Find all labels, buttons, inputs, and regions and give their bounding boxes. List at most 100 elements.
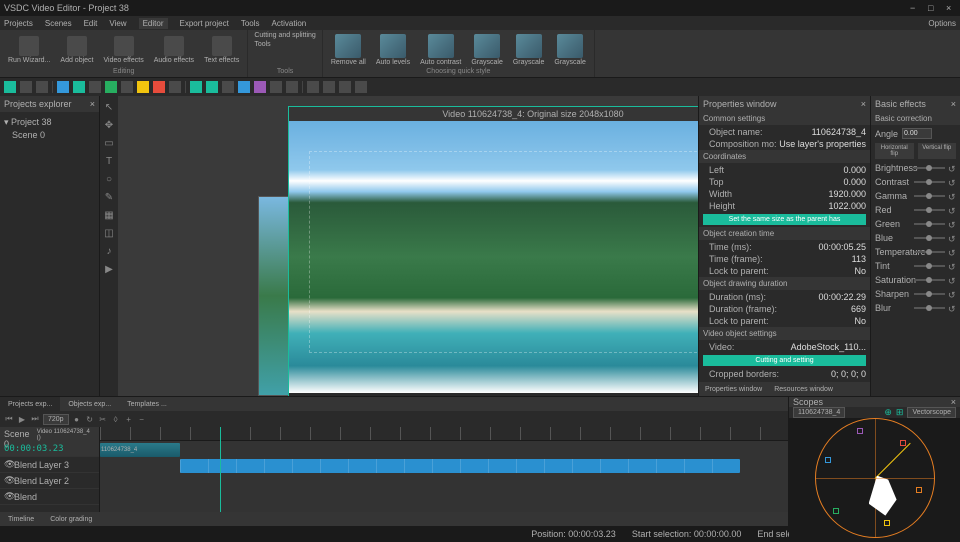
section-creation-time[interactable]: Object creation time [699, 227, 870, 241]
scope-object-dropdown[interactable]: 110624738_4 [793, 407, 845, 418]
track-name[interactable]: Layer 3 [39, 460, 69, 470]
gamma-slider[interactable] [914, 195, 945, 197]
loop-icon[interactable]: ↻ [85, 414, 95, 424]
tab-properties[interactable]: Properties window [699, 382, 768, 396]
project-tree-scene[interactable]: Scene 0 [4, 129, 95, 141]
tab-projects-exp[interactable]: Projects exp... [0, 397, 60, 411]
tool-icon[interactable] [339, 81, 351, 93]
prev-icon[interactable]: ⏮ [4, 414, 14, 424]
shape-icon[interactable]: ○ [102, 172, 116, 186]
timeline-ruler[interactable] [100, 427, 788, 441]
preview-image[interactable] [289, 121, 698, 393]
menu-view[interactable]: View [109, 19, 126, 28]
section-video-settings[interactable]: Video object settings [699, 327, 870, 341]
prop-value[interactable]: 00:00:05.25 [818, 242, 866, 252]
timeline-content[interactable]: 110624738_4 [100, 427, 788, 512]
tab-timeline[interactable]: Timeline [0, 512, 42, 526]
crop-icon[interactable]: ▭ [102, 136, 116, 150]
tools-button[interactable]: Tools [254, 41, 270, 48]
cursor-icon[interactable]: ↖ [102, 100, 116, 114]
visibility-icon[interactable]: 👁 [4, 459, 12, 470]
scope-type-dropdown[interactable]: Vectorscope [907, 407, 956, 418]
section-coords[interactable]: Coordinates [699, 150, 870, 164]
prop-value[interactable]: 1920.000 [828, 189, 866, 199]
tab-resources[interactable]: Resources window [768, 382, 839, 396]
tool-icon[interactable] [105, 81, 117, 93]
tool-icon[interactable] [254, 81, 266, 93]
prop-value[interactable]: 669 [851, 304, 866, 314]
playhead[interactable] [220, 427, 221, 512]
track-blend[interactable]: Blend [14, 460, 37, 470]
reset-icon[interactable]: ↺ [948, 192, 956, 200]
minimize-icon[interactable]: − [910, 3, 920, 13]
tool-icon[interactable] [73, 81, 85, 93]
next-icon[interactable]: ⏭ [30, 414, 40, 424]
marker-icon[interactable]: ◊ [111, 414, 121, 424]
prop-value[interactable]: No [854, 266, 866, 276]
green-slider[interactable] [914, 223, 945, 225]
scope-icon[interactable]: ⊕ [884, 407, 892, 418]
prop-value[interactable]: 113 [852, 254, 866, 264]
red-slider[interactable] [914, 209, 945, 211]
tool-icon[interactable] [307, 81, 319, 93]
same-size-button[interactable]: Set the same size as the parent has [703, 214, 866, 225]
tab-color-grading[interactable]: Color grading [42, 512, 100, 526]
preview-window[interactable]: Video 110624738_4: Original size 2048x10… [288, 106, 698, 396]
reset-icon[interactable]: ↺ [948, 248, 956, 256]
tool-icon[interactable] [153, 81, 165, 93]
prop-value[interactable]: Use layer's properties [779, 139, 866, 149]
close-icon[interactable]: × [90, 99, 95, 109]
menu-projects[interactable]: Projects [4, 19, 33, 28]
maximize-icon[interactable]: □ [928, 3, 938, 13]
close-icon[interactable]: × [951, 397, 956, 407]
move-icon[interactable]: ✥ [102, 118, 116, 132]
tool-icon[interactable] [206, 81, 218, 93]
close-icon[interactable]: × [951, 99, 956, 109]
hflip-button[interactable]: Horizontal flip [875, 143, 914, 159]
zoom-out-icon[interactable]: − [137, 414, 147, 424]
section-duration[interactable]: Object drawing duration [699, 277, 870, 291]
tool-icon[interactable] [20, 81, 32, 93]
reset-icon[interactable]: ↺ [948, 220, 956, 228]
remove-all-button[interactable]: Remove all [329, 32, 368, 68]
pen-icon[interactable]: ✎ [102, 190, 116, 204]
text-effects-button[interactable]: Text effects [202, 34, 241, 66]
contrast-slider[interactable] [914, 181, 945, 183]
prop-value[interactable]: 0; 0; 0; 0 [831, 369, 866, 379]
vflip-button[interactable]: Vertical flip [918, 143, 957, 159]
timeline-clip[interactable] [180, 459, 740, 473]
tool-icon[interactable] [190, 81, 202, 93]
track-blend[interactable]: Blend [14, 476, 37, 486]
tool-icon[interactable] [222, 81, 234, 93]
prop-value[interactable]: AdobeStock_110... [791, 342, 866, 352]
reset-icon[interactable]: ↺ [948, 304, 956, 312]
video-icon[interactable]: ▶ [102, 262, 116, 276]
tool-icon[interactable] [137, 81, 149, 93]
menu-edit[interactable]: Edit [84, 19, 98, 28]
tool-icon[interactable] [89, 81, 101, 93]
visibility-icon[interactable]: 👁 [4, 491, 12, 502]
close-icon[interactable]: × [946, 3, 956, 13]
grayscale-button-2[interactable]: Grayscale [511, 32, 547, 68]
add-object-button[interactable]: Add object [58, 34, 95, 66]
image-icon[interactable]: ▦ [102, 208, 116, 222]
section-basic-correction[interactable]: Basic correction [871, 112, 960, 126]
video-effects-button[interactable]: Video effects [102, 34, 146, 66]
visibility-icon[interactable]: 👁 [4, 475, 12, 486]
section-common[interactable]: Common settings [699, 112, 870, 126]
tint-slider[interactable] [914, 265, 945, 267]
tool-icon[interactable] [36, 81, 48, 93]
record-icon[interactable]: ● [72, 414, 82, 424]
cut-icon[interactable]: ✂ [98, 414, 108, 424]
tool-icon[interactable] [4, 81, 16, 93]
tool-icon[interactable] [169, 81, 181, 93]
tab-templates[interactable]: Templates ... [119, 397, 175, 411]
tool-icon[interactable] [121, 81, 133, 93]
play-icon[interactable]: ▶ [17, 414, 27, 424]
cutting-setting-button[interactable]: Cutting and setting [703, 355, 866, 366]
blur-slider[interactable] [914, 307, 945, 309]
auto-contrast-button[interactable]: Auto contrast [418, 32, 463, 68]
menu-activation[interactable]: Activation [272, 19, 307, 28]
run-wizard-button[interactable]: Run Wizard... [6, 34, 52, 66]
reset-icon[interactable]: ↺ [948, 206, 956, 214]
